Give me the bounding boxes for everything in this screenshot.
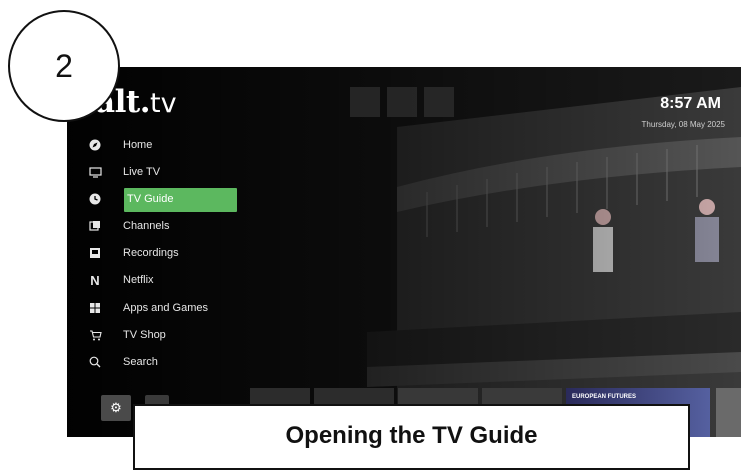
menu-item-netflix[interactable]: N Netflix — [85, 269, 240, 291]
menu-item-live-tv[interactable]: Live TV — [85, 161, 240, 183]
channels-icon — [85, 219, 105, 233]
menu-item-label: Live TV — [123, 166, 161, 179]
tutorial-caption: Opening the TV Guide — [133, 404, 690, 470]
step-number-badge: 2 — [8, 10, 120, 122]
main-menu: Home Live TV TV Guide Channels Recording… — [85, 134, 240, 378]
gear-icon: ⚙ — [110, 400, 122, 415]
menu-item-label: Apps and Games — [123, 301, 208, 314]
menu-item-tv-shop[interactable]: TV Shop — [85, 324, 240, 346]
clock-icon — [85, 192, 105, 206]
cart-icon — [85, 328, 105, 342]
monitor-icon — [85, 165, 105, 179]
tv-screen: alt.tv 8:57 AM Thursday, 08 May 2025 Hom… — [67, 67, 741, 437]
search-icon — [85, 355, 105, 369]
menu-item-label: Home — [123, 139, 153, 151]
promo-label: EUROPEAN FUTURES — [572, 394, 637, 400]
menu-item-label: Netflix — [123, 274, 154, 287]
menu-item-label: TV Guide — [127, 193, 174, 206]
menu-item-label: TV Shop — [123, 328, 166, 341]
grid-icon — [85, 301, 105, 315]
netflix-icon: N — [90, 272, 100, 288]
menu-item-search[interactable]: Search — [85, 351, 240, 373]
recordings-icon — [85, 246, 105, 260]
clock-date: Thursday, 08 May 2025 — [641, 120, 725, 129]
menu-item-label: Channels — [123, 220, 170, 233]
clock-time: 8:57 AM — [660, 95, 721, 112]
menu-item-label: Search — [123, 355, 158, 368]
compass-icon — [85, 138, 105, 152]
menu-item-tv-guide[interactable]: TV Guide — [85, 188, 240, 213]
menu-item-home[interactable]: Home — [85, 134, 240, 156]
settings-button[interactable]: ⚙ — [101, 395, 131, 421]
menu-item-recordings[interactable]: Recordings — [85, 242, 240, 264]
content-tile[interactable] — [716, 388, 741, 437]
menu-item-apps-and-games[interactable]: Apps and Games — [85, 297, 240, 319]
menu-item-label: Recordings — [123, 247, 179, 260]
menu-item-channels[interactable]: Channels — [85, 215, 240, 237]
